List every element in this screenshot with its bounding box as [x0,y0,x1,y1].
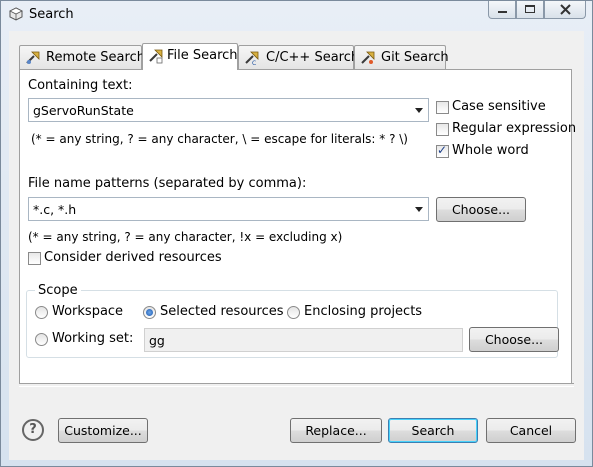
remote-search-icon [26,51,40,64]
tab-cpp-search[interactable]: C C/C++ Search [238,45,359,69]
whole-word-label[interactable]: Whole word [452,143,529,158]
tab-label: File Search [167,48,238,63]
svg-text:C: C [252,60,256,66]
case-sensitive-checkbox[interactable] [436,101,449,114]
cancel-button[interactable]: Cancel [486,418,576,443]
tab-label: C/C++ Search [266,50,360,65]
workspace-radio[interactable] [35,306,48,319]
containing-text-label: Containing text: [28,78,133,93]
help-icon[interactable]: ? [22,419,44,441]
file-search-icon [149,49,163,64]
minimize-icon [498,11,507,13]
enclosing-projects-label[interactable]: Enclosing projects [304,304,422,319]
footer-separator [19,383,574,387]
customize-button[interactable]: Customize... [58,418,148,443]
maximize-button[interactable] [516,1,544,19]
maximize-icon [525,5,535,13]
close-button[interactable] [544,1,586,19]
file-name-patterns-combo[interactable]: *.c, *.h [28,197,429,221]
replace-button[interactable]: Replace... [290,418,382,443]
scope-title: Scope [35,283,81,298]
tab-label: Git Search [381,50,449,65]
selected-resources-radio[interactable] [143,306,156,319]
working-set-field: gg [144,328,463,352]
workspace-label[interactable]: Workspace [52,304,123,319]
containing-text-value: gServoRunState [33,103,134,118]
tab-git-search[interactable]: Git Search [354,45,449,69]
containing-text-combo[interactable]: gServoRunState [28,98,429,122]
tab-label: Remote Search [46,50,145,65]
regular-expression-checkbox[interactable] [436,123,449,136]
file-name-patterns-label: File name patterns (separated by comma): [28,176,307,191]
dropdown-arrow-icon[interactable] [415,108,423,113]
file-name-patterns-hint: (* = any string, ? = any character, !x =… [28,230,343,244]
search-dialog: Search Remote Search File Search C C/C++… [0,0,593,467]
git-search-icon [361,51,375,64]
tab-remote-search[interactable]: Remote Search [19,45,145,69]
window-title: Search [29,7,74,22]
minimize-button[interactable] [488,1,516,19]
working-set-value: gg [149,333,165,348]
tab-file-search[interactable]: File Search [142,43,238,70]
title-bar[interactable]: Search [1,1,592,29]
dropdown-arrow-icon[interactable] [415,207,423,212]
close-icon [560,4,571,15]
consider-derived-checkbox[interactable] [28,252,41,265]
case-sensitive-label[interactable]: Case sensitive [452,99,546,114]
eclipse-app-icon [9,7,23,21]
containing-text-hint: (* = any string, ? = any character, \ = … [31,132,408,146]
dialog-client-area: Remote Search File Search C C/C++ Search [9,31,584,460]
working-set-radio[interactable] [35,333,48,346]
cpp-search-icon: C [245,51,259,66]
whole-word-checkbox[interactable] [436,143,449,158]
search-button[interactable]: Search [388,418,478,443]
regular-expression-label[interactable]: Regular expression [452,121,576,136]
selected-resources-label[interactable]: Selected resources [160,304,284,319]
file-name-patterns-value: *.c, *.h [33,202,77,217]
working-set-label[interactable]: Working set: [52,331,133,346]
enclosing-projects-radio[interactable] [287,306,300,319]
consider-derived-label[interactable]: Consider derived resources [44,250,222,265]
working-set-choose-button[interactable]: Choose... [469,327,559,352]
patterns-choose-button[interactable]: Choose... [436,197,526,222]
